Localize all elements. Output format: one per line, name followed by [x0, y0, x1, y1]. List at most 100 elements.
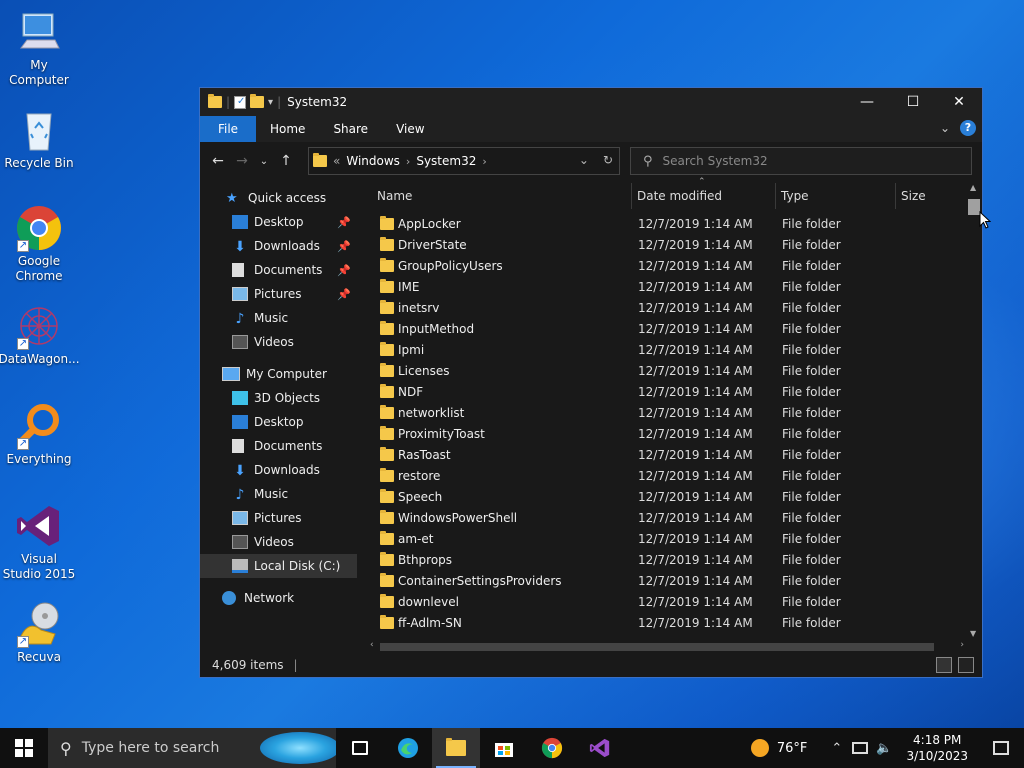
scroll-down-icon[interactable]: ▼ — [970, 629, 976, 638]
nav-videos[interactable]: Videos — [200, 530, 357, 554]
properties-icon[interactable]: ✓ — [234, 95, 247, 109]
table-row[interactable]: WindowsPowerShell 12/7/2019 1:14 AM File f… — [368, 508, 968, 529]
table-row[interactable]: AppLocker 12/7/2019 1:14 AM File folder — [368, 214, 968, 235]
title-bar[interactable]: | ✓ ▾ | System32 — ☐ ✕ — [200, 88, 982, 116]
scroll-left-icon[interactable]: ‹ — [370, 640, 374, 650]
large-icons-view-icon[interactable] — [958, 657, 974, 673]
nav-quick-music[interactable]: ♪ Music — [200, 306, 357, 330]
expand-ribbon-icon[interactable]: ⌄ — [940, 121, 950, 135]
breadcrumb-windows[interactable]: Windows — [346, 154, 400, 168]
recent-locations-chevron-icon[interactable]: ⌄ — [254, 156, 274, 167]
weather-temperature[interactable]: 76°F — [777, 741, 808, 756]
nav-my-computer[interactable]: My Computer — [200, 362, 357, 386]
table-row[interactable]: DriverState 12/7/2019 1:14 AM File folder — [368, 235, 968, 256]
help-icon[interactable]: ? — [960, 120, 976, 136]
nav-local-disk[interactable]: Local Disk (C:) — [200, 554, 357, 578]
scrollbar-thumb[interactable] — [380, 643, 934, 651]
table-row[interactable]: NDF 12/7/2019 1:14 AM File folder — [368, 382, 968, 403]
desktop-icon-my-computer[interactable]: My Computer — [2, 8, 76, 88]
notification-center-button[interactable] — [978, 728, 1024, 768]
nav-music[interactable]: ♪ Music — [200, 482, 357, 506]
column-name[interactable]: Name — [377, 181, 412, 211]
table-row[interactable]: ff-Adlm-SN 12/7/2019 1:14 AM File folder — [368, 613, 968, 634]
address-overflow[interactable]: « — [333, 154, 340, 168]
start-button[interactable] — [0, 728, 48, 768]
task-view-button[interactable] — [336, 728, 384, 768]
table-row[interactable]: ContainerSettingsProviders 12/7/2019 1:14… — [368, 571, 968, 592]
table-row[interactable]: IME 12/7/2019 1:14 AM File folder — [368, 277, 968, 298]
clock[interactable]: 4:18 PM 3/10/2023 — [906, 732, 968, 764]
scroll-right-icon[interactable]: › — [960, 640, 964, 650]
nav-network[interactable]: Network — [200, 586, 357, 610]
close-button[interactable]: ✕ — [936, 88, 982, 116]
nav-quick-desktop[interactable]: Desktop 📌 — [200, 210, 357, 234]
nav-downloads[interactable]: ⬇ Downloads — [200, 458, 357, 482]
taskbar-visual-studio[interactable] — [576, 728, 624, 768]
back-arrow-icon[interactable]: ← — [206, 153, 230, 169]
table-row[interactable]: InputMethod 12/7/2019 1:14 AM File folder — [368, 319, 968, 340]
breadcrumb-chevron-icon[interactable]: › — [406, 155, 410, 168]
taskbar-search-input[interactable]: Type here to search — [82, 740, 220, 756]
breadcrumb-system32[interactable]: System32 — [416, 154, 476, 168]
tab-file[interactable]: File — [200, 116, 256, 142]
volume-icon[interactable]: 🔈 — [876, 741, 892, 756]
pin-icon[interactable]: 📌 — [337, 216, 351, 229]
column-size[interactable]: Size — [901, 181, 926, 211]
nav-pictures[interactable]: Pictures — [200, 506, 357, 530]
new-folder-icon[interactable] — [250, 94, 265, 108]
column-divider[interactable] — [775, 183, 776, 209]
customize-toolbar-icon[interactable]: ▾ — [268, 97, 273, 108]
show-hidden-icons-chevron-icon[interactable]: ⌃ — [831, 741, 842, 756]
column-date-modified[interactable]: Date modified — [637, 181, 722, 211]
table-row[interactable]: am-et 12/7/2019 1:14 AM File folder — [368, 529, 968, 550]
taskbar-chrome[interactable] — [528, 728, 576, 768]
nav-documents[interactable]: Documents — [200, 434, 357, 458]
refresh-icon[interactable]: ↻ — [603, 153, 613, 167]
nav-quick-access[interactable]: ★ Quick access — [200, 186, 357, 210]
desktop-icon-recycle-bin[interactable]: Recycle Bin — [2, 106, 76, 171]
scroll-up-icon[interactable]: ▲ — [970, 183, 976, 192]
tab-share[interactable]: Share — [319, 116, 382, 142]
address-history-chevron-icon[interactable]: ⌄ — [579, 153, 589, 167]
desktop-icon-datawagon[interactable]: ↗ DataWagon... — [0, 302, 80, 367]
details-view-icon[interactable] — [936, 657, 952, 673]
table-row[interactable]: Ipmi 12/7/2019 1:14 AM File folder — [368, 340, 968, 361]
pin-icon[interactable]: 📌 — [337, 288, 351, 301]
nav-quick-downloads[interactable]: ⬇ Downloads 📌 — [200, 234, 357, 258]
pin-icon[interactable]: 📌 — [337, 240, 351, 253]
forward-arrow-icon[interactable]: → — [230, 153, 254, 169]
table-row[interactable]: GroupPolicyUsers 12/7/2019 1:14 AM File fo… — [368, 256, 968, 277]
table-row[interactable]: networklist 12/7/2019 1:14 AM File folder — [368, 403, 968, 424]
table-row[interactable]: Bthprops 12/7/2019 1:14 AM File folder — [368, 550, 968, 571]
nav-quick-pictures[interactable]: Pictures 📌 — [200, 282, 357, 306]
table-row[interactable]: inetsrv 12/7/2019 1:14 AM File folder — [368, 298, 968, 319]
desktop-icon-google-chrome[interactable]: ↗ Google Chrome — [2, 204, 76, 284]
desktop-icon-visual-studio[interactable]: Visual Studio 2015 — [2, 502, 76, 582]
breadcrumb-chevron-icon[interactable]: › — [482, 155, 486, 168]
weather-sun-icon[interactable] — [750, 739, 769, 757]
search-box[interactable]: ⚲ Search System32 — [630, 147, 972, 175]
table-row[interactable]: Speech 12/7/2019 1:14 AM File folder — [368, 487, 968, 508]
column-divider[interactable] — [895, 183, 896, 209]
nav-quick-videos[interactable]: Videos — [200, 330, 357, 354]
nav-quick-documents[interactable]: Documents 📌 — [200, 258, 357, 282]
up-arrow-icon[interactable]: ↑ — [274, 153, 298, 169]
taskbar-edge[interactable] — [384, 728, 432, 768]
tab-home[interactable]: Home — [256, 116, 319, 142]
pin-icon[interactable]: 📌 — [337, 264, 351, 277]
desktop-icon-everything[interactable]: ↗ Everything — [2, 402, 76, 467]
tab-view[interactable]: View — [382, 116, 438, 142]
table-row[interactable]: ProximityToast 12/7/2019 1:14 AM File fold… — [368, 424, 968, 445]
vertical-scrollbar[interactable]: ▲ ▼ — [966, 181, 982, 640]
address-bar[interactable]: « Windows › System32 › ⌄ ↻ — [308, 147, 620, 175]
taskbar-store[interactable] — [480, 728, 528, 768]
nav-desktop[interactable]: Desktop — [200, 410, 357, 434]
table-row[interactable]: RasToast 12/7/2019 1:14 AM File folder — [368, 445, 968, 466]
desktop-icon-recuva[interactable]: ↗ Recuva — [2, 600, 76, 665]
horizontal-scrollbar[interactable]: ‹ › — [368, 640, 968, 654]
network-status-icon[interactable] — [852, 742, 869, 754]
table-row[interactable]: Licenses 12/7/2019 1:14 AM File folder — [368, 361, 968, 382]
column-divider[interactable] — [631, 183, 632, 209]
taskbar-file-explorer[interactable] — [432, 728, 480, 768]
column-type[interactable]: Type — [781, 181, 809, 211]
